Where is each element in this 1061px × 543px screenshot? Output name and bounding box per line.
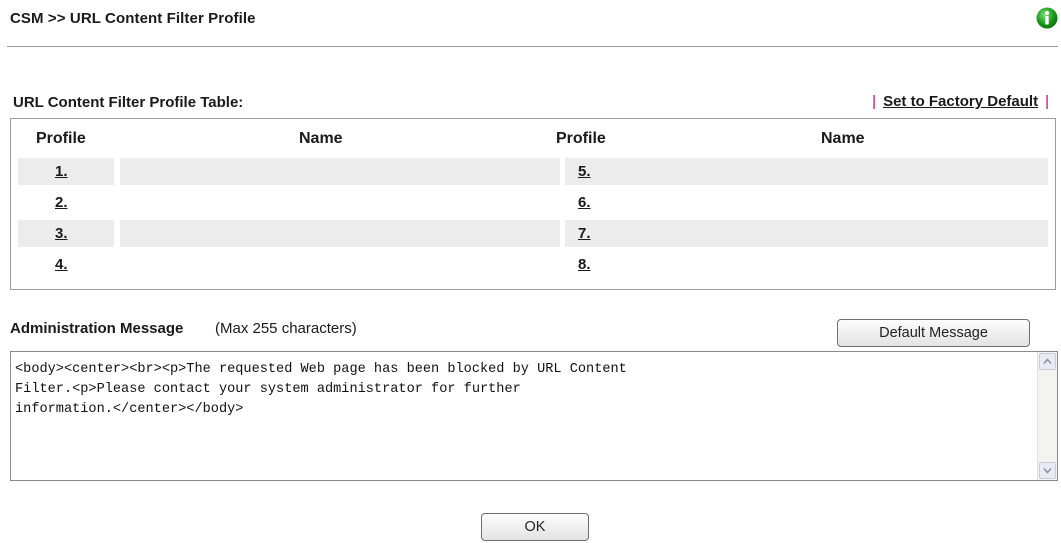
profile-link-8[interactable]: 8. xyxy=(578,256,591,273)
table-row: 2. 6. xyxy=(18,189,1048,216)
ok-button[interactable]: OK xyxy=(481,513,589,541)
profile-name-cell xyxy=(641,251,1048,278)
profile-name-cell xyxy=(120,251,560,278)
profile-link-1[interactable]: 1. xyxy=(55,163,68,180)
profile-name-cell xyxy=(641,158,1048,185)
profile-link-6[interactable]: 6. xyxy=(578,194,591,211)
separator-left: | xyxy=(872,93,877,110)
column-header-name-left: Name xyxy=(299,130,343,147)
factory-default-links: | Set to Factory Default | xyxy=(865,93,1056,110)
scroll-up-icon[interactable] xyxy=(1039,353,1056,370)
message-scrollbar[interactable] xyxy=(1037,352,1057,480)
profile-name-cell xyxy=(120,189,560,216)
scroll-down-icon[interactable] xyxy=(1039,462,1056,479)
column-header-profile-right: Profile xyxy=(556,130,606,147)
info-icon[interactable] xyxy=(1036,7,1058,29)
profile-link-4[interactable]: 4. xyxy=(55,256,68,273)
set-factory-default-link[interactable]: Set to Factory Default xyxy=(883,93,1038,110)
profile-link-7[interactable]: 7. xyxy=(578,225,591,242)
admin-message-label: Administration Message xyxy=(10,320,184,337)
profile-name-cell xyxy=(120,220,560,247)
profile-name-cell xyxy=(641,189,1048,216)
table-caption: URL Content Filter Profile Table: xyxy=(13,94,244,111)
profile-link-5[interactable]: 5. xyxy=(578,163,591,180)
profile-name-cell xyxy=(641,220,1048,247)
profile-link-3[interactable]: 3. xyxy=(55,225,68,242)
column-header-name-right: Name xyxy=(821,130,865,147)
admin-message-textarea[interactable]: <body><center><br><p>The requested Web p… xyxy=(10,351,1058,481)
table-row: 4. 8. xyxy=(18,251,1048,278)
title-divider xyxy=(7,46,1058,47)
profile-link-2[interactable]: 2. xyxy=(55,194,68,211)
table-row: 1. 5. xyxy=(18,158,1048,185)
separator-right: | xyxy=(1045,93,1049,110)
table-row: 3. 7. xyxy=(18,220,1048,247)
admin-message-text[interactable]: <body><center><br><p>The requested Web p… xyxy=(15,360,1033,420)
page-title: CSM >> URL Content Filter Profile xyxy=(10,10,256,27)
admin-message-hint: (Max 255 characters) xyxy=(215,320,357,337)
profile-name-cell xyxy=(120,158,560,185)
default-message-button[interactable]: Default Message xyxy=(837,319,1030,347)
profile-table: Profile Name Profile Name 1. 5. 2. 6. 3.… xyxy=(10,118,1056,290)
column-header-profile-left: Profile xyxy=(36,130,86,147)
